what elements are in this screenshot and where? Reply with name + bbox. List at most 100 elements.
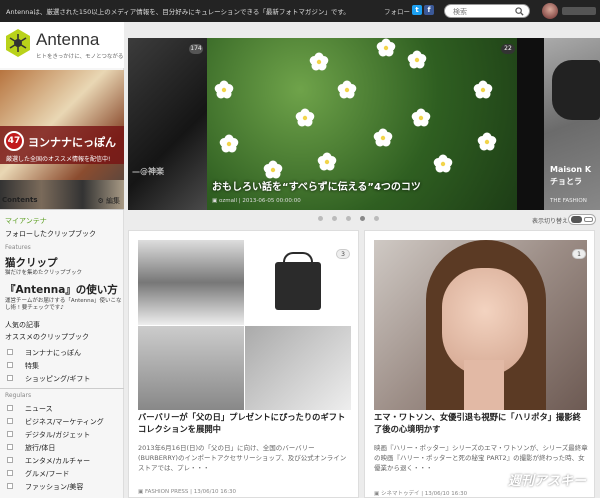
username[interactable] — [562, 7, 596, 15]
logo-tagline: ヒトをきっかけに、モノとつながる — [36, 54, 124, 60]
logo[interactable]: Antenna ヒトをきっかけに、モノとつながる — [0, 22, 124, 68]
slide-date: 2013-06-05 00:00:00 — [242, 198, 301, 204]
checkbox-regulars-2[interactable] — [7, 431, 13, 437]
regulars-heading: Regulars — [5, 392, 32, 399]
howto-subtitle-1: 運営チームがお届けする「Antenna」使いこな — [5, 298, 122, 304]
slide-next[interactable]: Maison K チョとラ THE FASHION — [544, 38, 600, 210]
divider — [0, 209, 124, 210]
checkbox-features-0[interactable] — [7, 349, 13, 355]
nekoclip-subtitle: 猫だけを集めたクリップブック — [5, 270, 83, 276]
search-input[interactable]: 検索 — [444, 4, 530, 18]
checkbox-features-2[interactable] — [7, 375, 13, 381]
banner-badge: 47 — [4, 131, 24, 151]
slide-gap — [517, 38, 544, 210]
shoe-photo — [552, 60, 600, 120]
bag-strap — [283, 252, 313, 266]
carousel-dot[interactable] — [332, 216, 337, 221]
nav-followed-clipbooks[interactable]: フォローしたクリップブック — [5, 229, 96, 239]
grid-view-icon[interactable] — [571, 216, 582, 223]
article-source-text: シネマトゥデイ | 13/06/10 16:30 — [380, 491, 468, 497]
slide-caption-2: チョとラ — [550, 177, 582, 186]
checkbox-regulars-1[interactable] — [7, 418, 13, 424]
clip-count: 3 — [336, 249, 350, 259]
checkbox-regulars-6[interactable] — [7, 483, 13, 489]
edit-button[interactable]: ⚙ 編集 — [97, 196, 120, 206]
carousel-dot[interactable] — [318, 216, 323, 221]
carousel-dot[interactable] — [374, 216, 379, 221]
article-source: ▣ FASHION PRESS | 13/06/10 16:30 — [138, 489, 236, 495]
article-title[interactable]: バーバリーが「父の日」プレゼントにぴったりのギフトコレクションを展開中 — [138, 411, 352, 435]
nav-nekoclip[interactable]: 猫クリップ — [5, 255, 58, 270]
article-image — [138, 240, 351, 410]
article-image — [374, 240, 587, 410]
slide-caption: —@神楽 — [132, 167, 164, 176]
article-card[interactable]: 1 エマ・ワトソン、女優引退も視野に「ハリポタ」撮影終了後の心境明かす 映画『ハ… — [364, 230, 595, 498]
carousel-dot[interactable] — [346, 216, 351, 221]
article-description: 映画『ハリー・ポッター』シリーズのエマ・ワトソンが、シリーズ最終章の映画『ハリー… — [374, 444, 588, 472]
sidebar-item-regulars-0[interactable]: ニュース — [25, 404, 53, 414]
clip-count: 22 — [501, 44, 515, 54]
hero-carousel: 174 —@神楽 22 おもしろい話を“すべらずに伝える”4つのコツ ▣ ozm… — [128, 38, 600, 210]
sidebar: Antenna ヒトをきっかけに、モノとつながる 47 ヨンナナにっぽん 厳選し… — [0, 22, 124, 498]
checkbox-regulars-4[interactable] — [7, 457, 13, 463]
facebook-icon[interactable]: f — [424, 5, 434, 15]
article-source: ▣ シネマトゥデイ | 13/06/10 16:30 — [374, 489, 467, 497]
watermark-logo: 週刊アスキー — [508, 474, 587, 489]
twitter-icon[interactable]: t — [412, 5, 422, 15]
sidebar-item-regulars-4[interactable]: エンタメ/カルチャー — [25, 456, 90, 466]
source-icon: ▣ — [374, 491, 380, 497]
howto-subtitle-2: し術 ! 要チェックです♪ — [5, 305, 64, 311]
slide-source: ozmall — [218, 198, 237, 204]
slide-current[interactable]: 22 おもしろい話を“すべらずに伝える”4つのコツ ▣ ozmall | 201… — [207, 38, 517, 210]
photo-tile — [138, 240, 244, 325]
article-description: 2013年6月16日(日)の「父の日」に向け、全国のバーバリー(BURBERRY… — [138, 444, 347, 472]
promo-banner[interactable]: 47 ヨンナナにっぽん 厳選した全国のオススメ情報を配信中! — [0, 70, 124, 210]
edit-label: 編集 — [106, 197, 120, 205]
slide-previous[interactable]: 174 —@神楽 — [128, 38, 207, 210]
photo-tile — [138, 326, 244, 410]
slide-title[interactable]: おもしろい話を“すべらずに伝える”4つのコツ — [212, 178, 421, 193]
article-card[interactable]: 3 バーバリーが「父の日」プレゼントにぴったりのギフトコレクションを展開中 20… — [128, 230, 359, 498]
nav-my-antenna[interactable]: マイアンテナ — [5, 216, 47, 226]
nav-howto[interactable]: 『Antenna』の使い方 — [5, 282, 118, 297]
nav-popular[interactable]: 人気の記事 — [5, 320, 40, 330]
bag-photo — [275, 262, 321, 310]
sidebar-item-features-0[interactable]: ヨンナナにっぽん — [25, 348, 81, 358]
top-bar: Antennaは、厳選された150以上のメディア情報を、目分好みにキュレーション… — [0, 0, 600, 22]
carousel-dot-active[interactable] — [360, 216, 365, 221]
avatar[interactable] — [542, 3, 558, 19]
list-view-icon[interactable] — [584, 217, 593, 222]
logo-wordmark: Antenna — [36, 30, 100, 49]
source-icon: ▣ — [138, 489, 144, 495]
clip-count: 174 — [189, 44, 203, 54]
gear-icon: ⚙ — [97, 197, 104, 205]
view-toggle[interactable] — [568, 214, 596, 225]
source-icon: ▣ — [212, 198, 218, 204]
slide-meta: ▣ ozmall | 2013-06-05 00:00:00 — [212, 198, 301, 204]
checkbox-features-1[interactable] — [7, 362, 13, 368]
banner-title: ヨンナナにっぽん — [28, 136, 116, 149]
sidebar-item-features-2[interactable]: ショッピング/ギフト — [25, 374, 90, 384]
checkbox-regulars-3[interactable] — [7, 444, 13, 450]
contents-header: Contents ⚙ 編集 — [2, 196, 122, 208]
slide-source: THE FASHION — [550, 198, 587, 204]
article-title[interactable]: エマ・ワトソン、女優引退も視野に「ハリポタ」撮影終了後の心境明かす — [374, 411, 588, 435]
sidebar-item-regulars-2[interactable]: デジタル/ガジェット — [25, 430, 90, 440]
sidebar-item-regulars-3[interactable]: 旅行/体日 — [25, 443, 55, 453]
search-placeholder: 検索 — [453, 8, 467, 16]
sidebar-item-features-1[interactable]: 特集 — [25, 361, 39, 371]
search-icon[interactable] — [515, 7, 524, 16]
checkbox-regulars-5[interactable] — [7, 470, 13, 476]
sidebar-item-regulars-6[interactable]: ファッション/美容 — [25, 482, 83, 492]
clip-count: 1 — [572, 249, 586, 259]
checkbox-regulars-0[interactable] — [7, 405, 13, 411]
site-description: Antennaは、厳選された150以上のメディア情報を、目分好みにキュレーション… — [6, 8, 350, 16]
neck-photo — [464, 360, 504, 410]
divider — [0, 388, 124, 389]
features-heading: Features — [5, 244, 31, 251]
sidebar-item-regulars-1[interactable]: ビジネス/マーケティング — [25, 417, 104, 427]
nav-recommended[interactable]: オススメのクリップブック — [5, 332, 89, 342]
view-toggle-label: 表示切り替え — [532, 218, 569, 225]
sidebar-item-regulars-5[interactable]: グルメ/フード — [25, 469, 69, 479]
photo-tile — [245, 326, 351, 410]
